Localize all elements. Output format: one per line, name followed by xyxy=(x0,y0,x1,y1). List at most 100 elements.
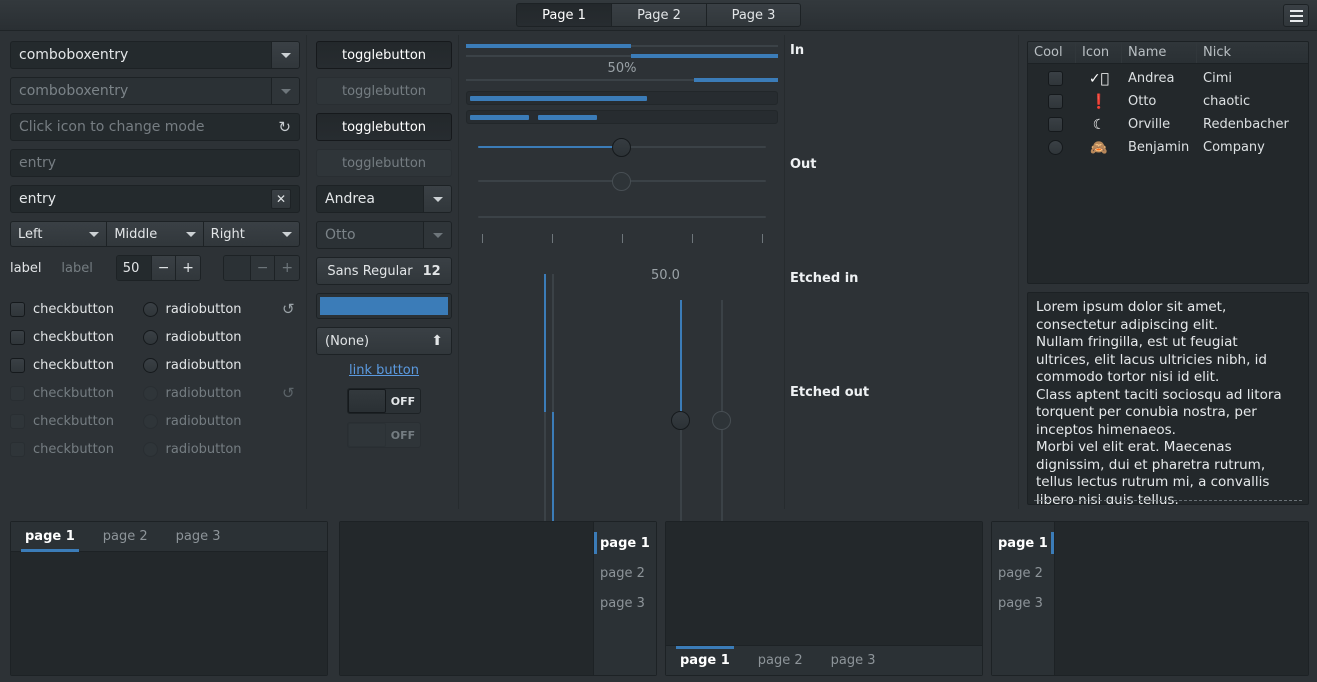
frame-body xyxy=(790,286,1022,381)
table-row[interactable]: 🙈 Benjamin Company xyxy=(1028,136,1308,159)
checkbox-icon[interactable] xyxy=(10,301,25,317)
notebook-tab-label: page 3 xyxy=(830,653,876,668)
spinbutton-value[interactable]: 50 xyxy=(116,256,151,280)
spinbutton-decrement[interactable]: − xyxy=(150,256,176,280)
row-name: Otto xyxy=(1128,94,1157,109)
name-combobox-disabled: Otto xyxy=(316,221,452,249)
notebook-tab-page-2[interactable]: page 2 xyxy=(744,646,817,676)
name-combobox[interactable]: Andrea xyxy=(316,185,452,213)
clearable-entry[interactable]: entry ✕ xyxy=(10,185,300,213)
frame-caption: Etched out xyxy=(790,385,870,400)
hscale-knob[interactable] xyxy=(612,138,631,157)
header-tab-page-2[interactable]: Page 2 xyxy=(611,3,706,27)
column-header-cool[interactable]: Cool xyxy=(1028,42,1076,63)
row-radio-icon[interactable] xyxy=(1047,140,1063,155)
togglebutton-1[interactable]: togglebutton xyxy=(316,41,452,69)
vscale-knob[interactable] xyxy=(671,411,690,430)
hscale-marked[interactable] xyxy=(466,212,778,222)
font-button[interactable]: Sans Regular 12 xyxy=(316,257,452,285)
column-header-icon[interactable]: Icon xyxy=(1076,42,1122,63)
column-header-nick[interactable]: Nick xyxy=(1197,42,1308,63)
scale-mark xyxy=(762,234,763,243)
widget-factory-window: Page 1 Page 2 Page 3 comboboxentry combo… xyxy=(0,0,1317,682)
levelbar-3 xyxy=(466,78,778,82)
refresh-icon[interactable]: ↻ xyxy=(278,119,291,135)
radio-icon[interactable] xyxy=(142,357,158,373)
table-row[interactable]: ✓⃝ Andrea Cimi xyxy=(1028,67,1308,90)
hamburger-menu-icon[interactable] xyxy=(1283,4,1309,27)
progressbar-2 xyxy=(466,110,778,124)
notebook-tab-page-2[interactable]: page 2 xyxy=(992,558,1054,588)
notebook-tab-label: page 1 xyxy=(680,653,730,668)
row-checkbox-icon[interactable] xyxy=(1047,94,1063,109)
radiobutton-row[interactable]: radiobutton xyxy=(142,295,282,323)
notebook-tab-page-1[interactable]: page 1 xyxy=(992,528,1054,558)
spinner-icon: ↺ xyxy=(282,300,295,318)
color-button[interactable] xyxy=(316,293,452,319)
togglebutton-label: togglebutton xyxy=(341,155,427,171)
textview[interactable]: Lorem ipsum dolor sit amet, consectetur … xyxy=(1027,292,1309,505)
link-button[interactable]: link button xyxy=(316,363,452,378)
checkbox-icon[interactable] xyxy=(10,329,25,345)
file-chooser-button[interactable]: (None) ⬆ xyxy=(316,327,452,355)
chevron-down-icon[interactable] xyxy=(423,186,451,212)
comboboxentry-active[interactable]: comboboxentry xyxy=(10,41,300,69)
notebook-tab-page-1[interactable]: page 1 xyxy=(594,528,656,558)
spinbutton-increment[interactable]: + xyxy=(175,256,200,280)
column-header-name[interactable]: Name xyxy=(1122,42,1197,63)
notebook-tab-page-2[interactable]: page 2 xyxy=(594,558,656,588)
plain-entry[interactable]: entry xyxy=(10,149,300,177)
notebook-tab-page-1[interactable]: page 1 xyxy=(666,645,744,676)
switch-knob[interactable] xyxy=(348,389,386,413)
column-separator xyxy=(784,35,785,509)
font-button-family: Sans Regular xyxy=(327,263,413,279)
table-row[interactable]: ☾ Orville Redenbacher xyxy=(1028,113,1308,136)
combo-right[interactable]: Right xyxy=(202,221,300,247)
checkbutton-row[interactable]: checkbutton xyxy=(10,323,143,351)
checkbutton-label: checkbutton xyxy=(33,301,114,317)
checkbutton-row[interactable]: checkbutton xyxy=(10,351,143,379)
notebook-tab-label: page 1 xyxy=(998,535,1048,551)
chevron-down-icon[interactable] xyxy=(271,42,299,68)
mode-entry[interactable]: Click icon to change mode ↻ xyxy=(10,113,300,141)
notebook-tab-label: page 2 xyxy=(600,565,645,581)
header-tab-page-1[interactable]: Page 1 xyxy=(516,3,611,27)
notebook-tab-page-3[interactable]: page 3 xyxy=(594,588,656,618)
checkbox-icon[interactable] xyxy=(10,357,25,373)
radiobutton-row[interactable]: radiobutton xyxy=(142,351,282,379)
spinner-column: ↺ ↺ xyxy=(282,295,300,463)
clear-icon[interactable]: ✕ xyxy=(271,189,291,209)
notebook-tab-page-3[interactable]: page 3 xyxy=(817,646,890,676)
radiobutton-row[interactable]: radiobutton xyxy=(142,323,282,351)
hscale-knob xyxy=(612,172,631,191)
togglebutton-3[interactable]: togglebutton xyxy=(316,113,452,141)
frame-caption: Out xyxy=(790,157,817,172)
combo-left[interactable]: Left xyxy=(10,221,107,247)
column-separator xyxy=(458,35,459,509)
combo-middle[interactable]: Middle xyxy=(106,221,203,247)
radiobutton-label: radiobutton xyxy=(165,385,242,401)
mode-entry-placeholder: Click icon to change mode xyxy=(19,119,205,135)
table-row[interactable]: ❗ Otto chaotic xyxy=(1028,90,1308,113)
header-tab-page-3[interactable]: Page 3 xyxy=(706,3,801,27)
textview-line: Morbi vel elit erat. Maecenas xyxy=(1036,439,1232,455)
checkbutton-row[interactable]: checkbutton xyxy=(10,295,143,323)
notebook-tab-page-3[interactable]: page 3 xyxy=(162,522,235,552)
hscale-enabled[interactable] xyxy=(466,130,778,164)
radio-icon[interactable] xyxy=(142,329,158,345)
levelbar-fill xyxy=(693,78,778,82)
switch-enabled[interactable]: OFF xyxy=(347,388,421,414)
levelbar-1 xyxy=(466,44,778,48)
comboboxentry-active-value: comboboxentry xyxy=(19,47,129,63)
radio-icon[interactable] xyxy=(142,301,158,317)
notebook-tab-page-1[interactable]: page 1 xyxy=(11,522,89,552)
row-checkbox-icon[interactable] xyxy=(1047,71,1063,86)
header-tab-label: Page 2 xyxy=(637,7,681,23)
treeview[interactable]: Cool Icon Name Nick ✓⃝ Andrea Cimi ❗ Ott… xyxy=(1027,41,1309,284)
spinbutton-disabled-value xyxy=(223,256,250,280)
notebook-tab-page-3[interactable]: page 3 xyxy=(992,588,1054,618)
row-checkbox-icon[interactable] xyxy=(1047,117,1063,132)
spinbutton[interactable]: 50 − + xyxy=(115,255,201,281)
progressbar-fill xyxy=(470,115,529,120)
notebook-tab-page-2[interactable]: page 2 xyxy=(89,522,162,552)
